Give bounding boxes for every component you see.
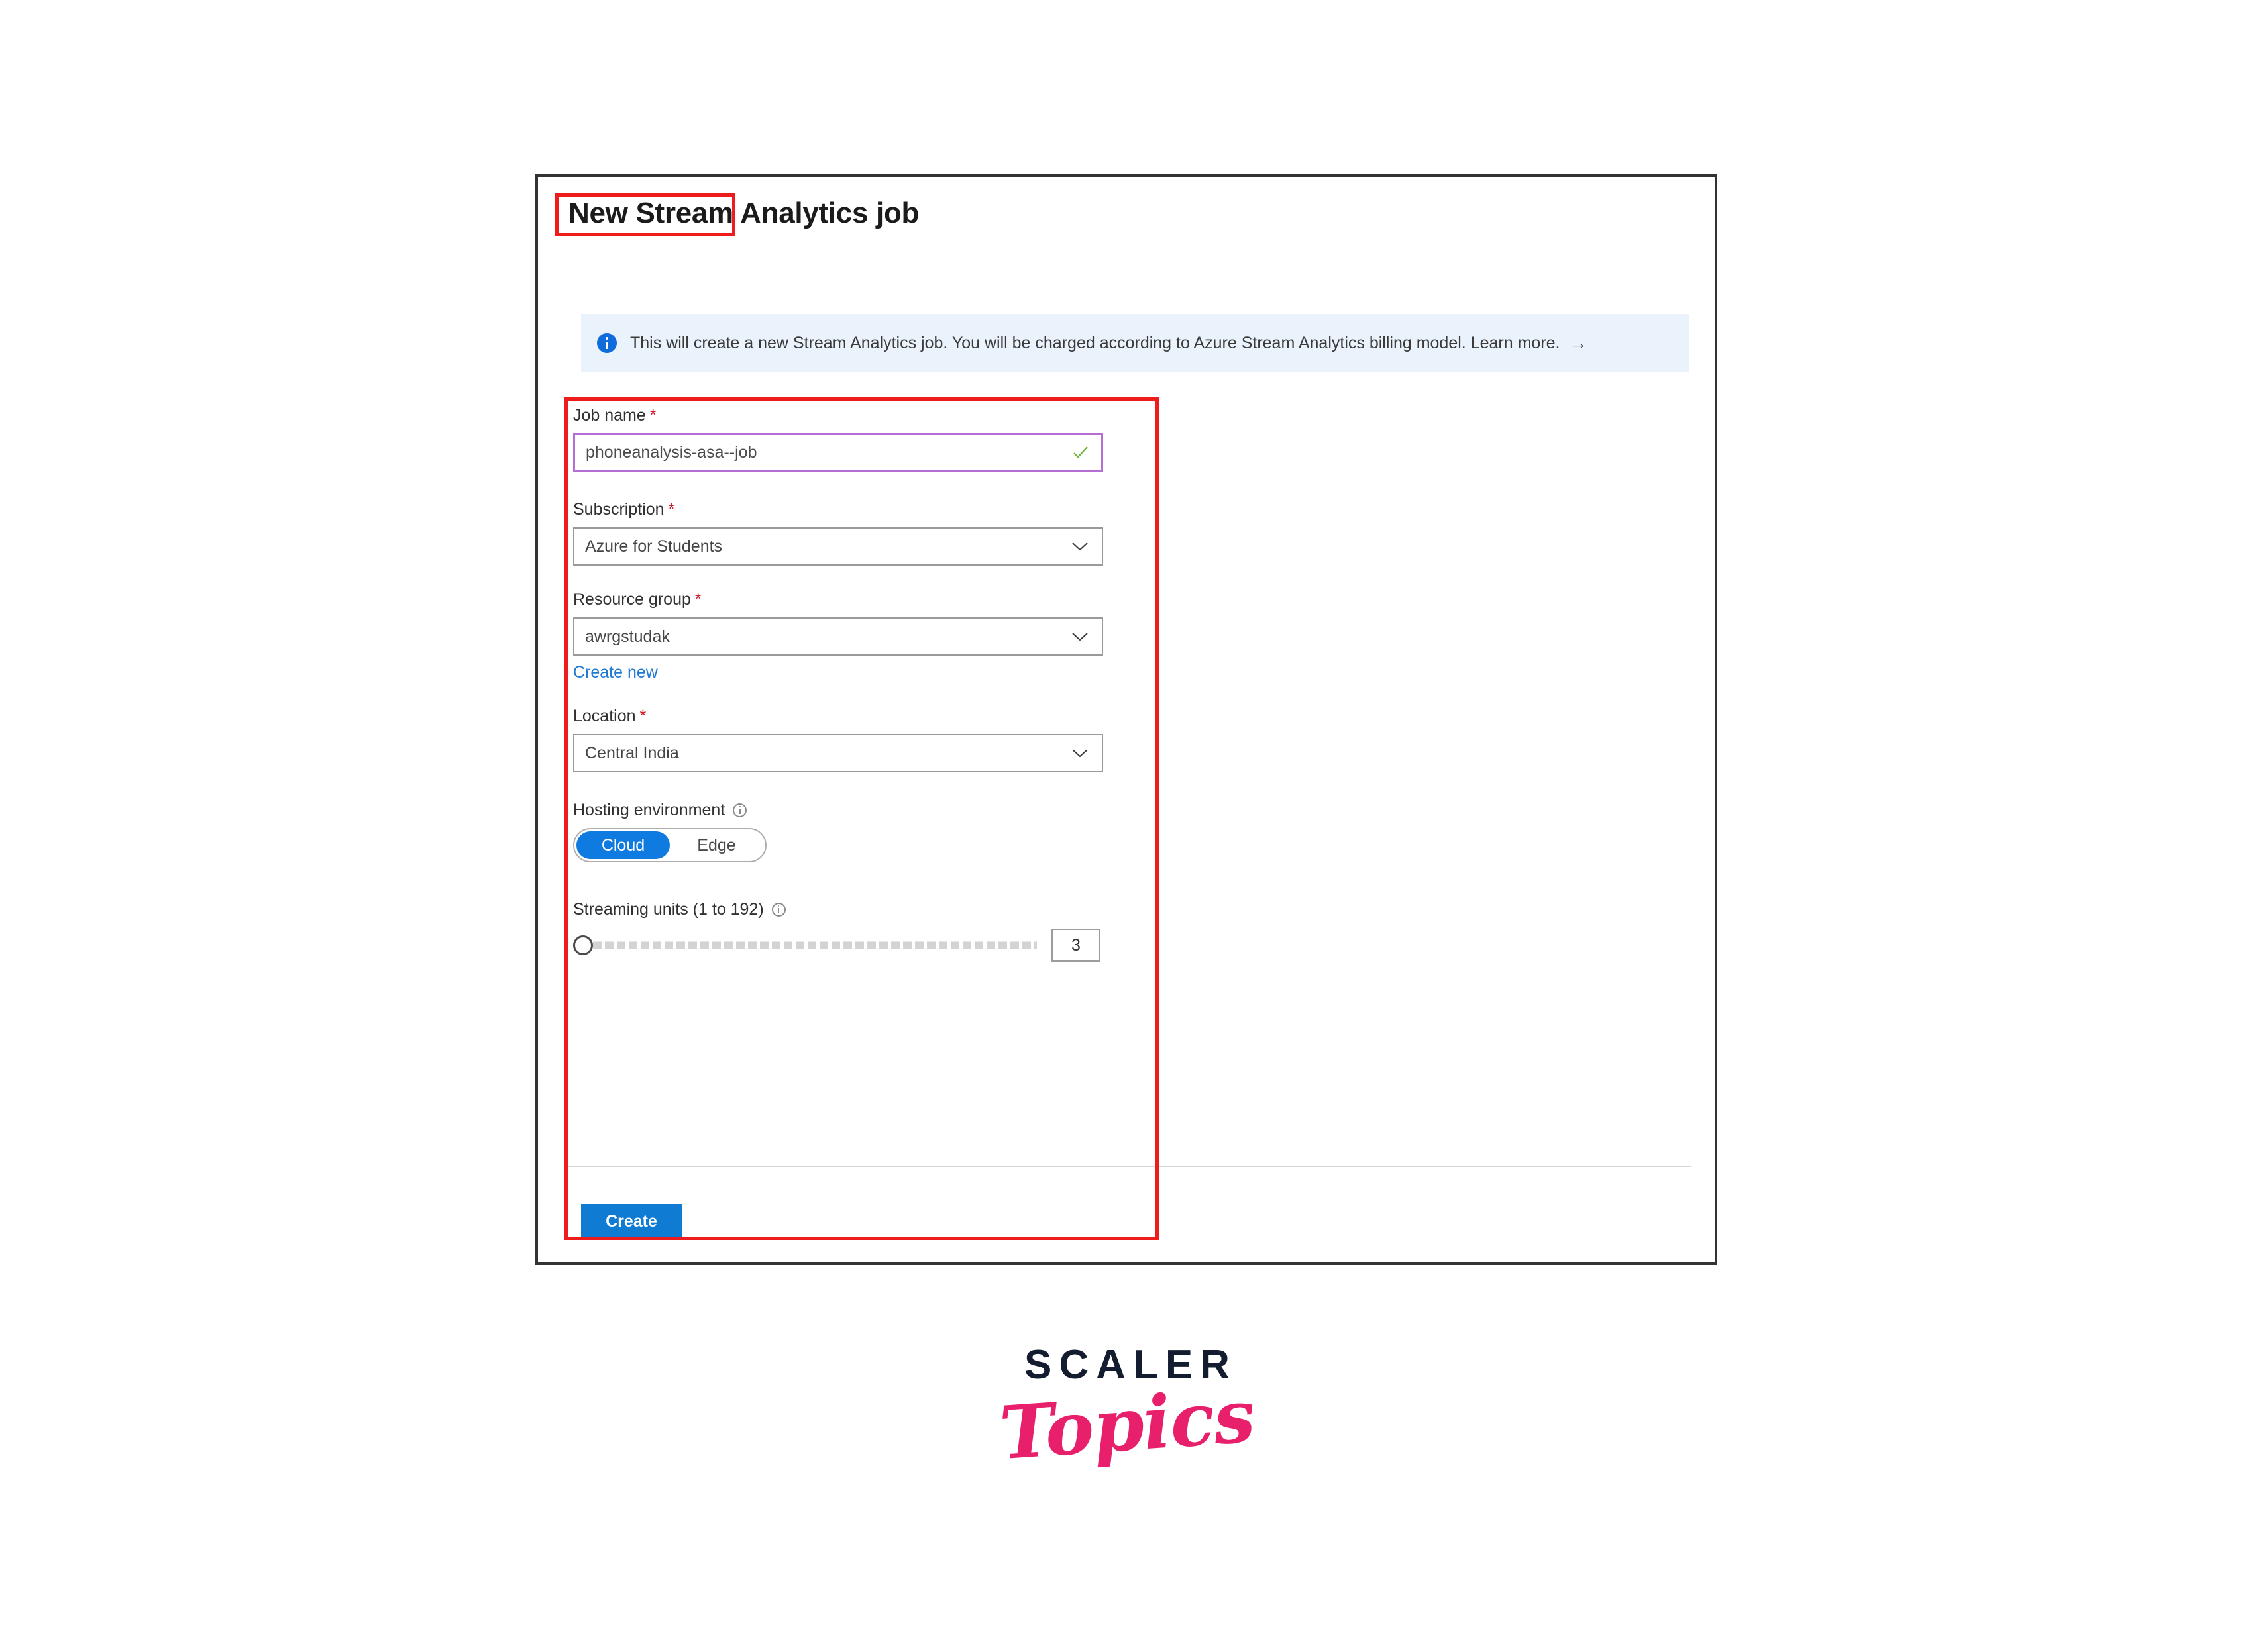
location-label-text: Location <box>573 707 636 725</box>
streaming-units-label: Streaming units (1 to 192) <box>573 900 1156 919</box>
create-new-resource-group-link[interactable]: Create new <box>573 662 658 682</box>
learn-more-arrow-icon[interactable]: → <box>1569 334 1587 352</box>
required-asterisk: * <box>668 499 675 519</box>
info-circle-icon <box>597 333 617 353</box>
footer-divider <box>565 1166 1691 1167</box>
field-location: Location * Central India <box>573 706 1156 772</box>
hosting-environment-label-text: Hosting environment <box>573 801 725 819</box>
logo-scaler-text: SCALER <box>1024 1342 1237 1388</box>
logo-topics-text: Topics <box>996 1372 1258 1476</box>
subscription-value: Azure for Students <box>585 537 723 556</box>
subscription-label-text: Subscription <box>573 500 665 519</box>
streaming-units-label-text: Streaming units (1 to 192) <box>573 900 764 919</box>
info-banner: This will create a new Stream Analytics … <box>581 314 1689 372</box>
field-subscription: Subscription * Azure for Students <box>573 499 1156 566</box>
toggle-option-edge[interactable]: Edge <box>670 831 763 859</box>
job-name-label: Job name * <box>573 405 1156 425</box>
field-hosting-environment: Hosting environment Cloud Edge <box>573 800 1156 862</box>
location-label: Location * <box>573 706 1156 726</box>
chevron-down-icon <box>1072 633 1088 641</box>
resource-group-value: awrgstudak <box>585 627 670 646</box>
info-banner-text: This will create a new Stream Analytics … <box>630 334 1560 352</box>
required-asterisk: * <box>694 590 702 609</box>
scaler-topics-logo: SCALER Topics <box>0 1342 2254 1476</box>
streaming-units-slider[interactable] <box>573 931 1037 960</box>
required-asterisk: * <box>649 405 657 425</box>
toggle-option-cloud[interactable]: Cloud <box>576 831 670 859</box>
hosting-environment-toggle[interactable]: Cloud Edge <box>573 828 767 862</box>
resource-group-label: Resource group * <box>573 590 1156 609</box>
streaming-units-value-input[interactable]: 3 <box>1051 929 1100 962</box>
subscription-dropdown[interactable]: Azure for Students <box>573 527 1103 566</box>
create-button[interactable]: Create <box>581 1204 682 1239</box>
job-name-value: phoneanalysis-asa--job <box>586 442 757 462</box>
checkmark-icon <box>1073 446 1088 458</box>
streaming-units-control: 3 <box>573 929 1156 962</box>
field-job-name: Job name * phoneanalysis-asa--job <box>573 405 1156 472</box>
job-name-label-text: Job name <box>573 406 646 425</box>
location-value: Central India <box>585 743 679 762</box>
hosting-environment-label: Hosting environment <box>573 800 1156 820</box>
info-outline-icon[interactable] <box>771 902 786 917</box>
create-job-form: Job name * phoneanalysis-asa--job Subscr… <box>573 405 1156 962</box>
subscription-label: Subscription * <box>573 499 1156 519</box>
field-resource-group: Resource group * awrgstudak Create new <box>573 590 1156 682</box>
slider-track <box>593 941 1037 949</box>
slider-thumb[interactable] <box>573 935 593 955</box>
resource-group-label-text: Resource group <box>573 590 691 609</box>
required-asterisk: * <box>639 706 647 725</box>
location-dropdown[interactable]: Central India <box>573 734 1103 772</box>
job-name-input[interactable]: phoneanalysis-asa--job <box>573 433 1103 472</box>
resource-group-dropdown[interactable]: awrgstudak <box>573 617 1103 656</box>
chevron-down-icon <box>1072 749 1088 758</box>
azure-portal-blade: New Stream Analytics job This will creat… <box>535 174 1717 1265</box>
page-title: New Stream Analytics job <box>568 197 920 229</box>
chevron-down-icon <box>1072 542 1088 551</box>
info-outline-icon[interactable] <box>733 803 747 817</box>
field-streaming-units: Streaming units (1 to 192) 3 <box>573 900 1156 962</box>
